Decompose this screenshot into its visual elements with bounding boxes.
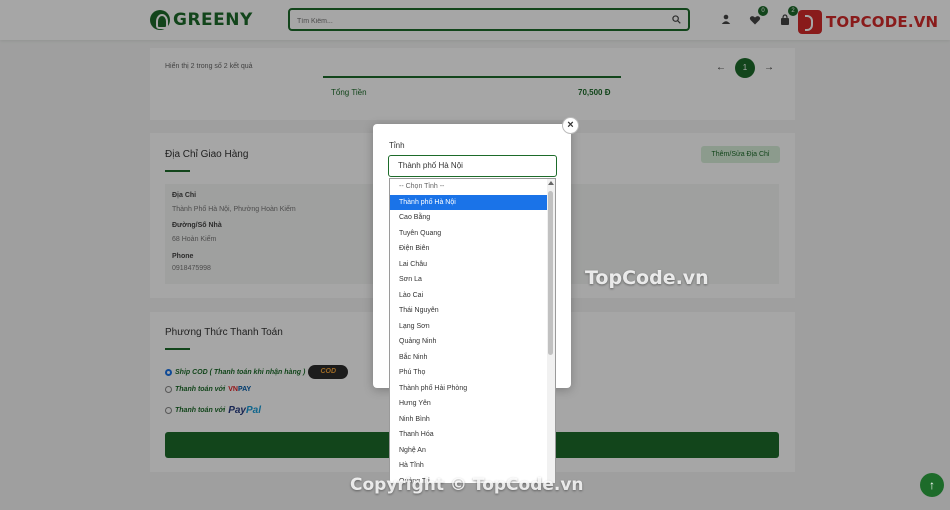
province-option-selected[interactable]: Thành phố Hà Nội: [390, 194, 548, 210]
province-option[interactable]: Hà Tĩnh: [390, 458, 548, 473]
province-option[interactable]: Thanh Hóa: [390, 427, 548, 442]
province-option[interactable]: Bắc Ninh: [390, 350, 548, 365]
province-option[interactable]: Lào Cai: [390, 288, 548, 303]
province-select[interactable]: Thành phố Hà Nội: [388, 155, 557, 177]
copyright-watermark: Copyright © TopCode.vn: [350, 475, 584, 495]
scroll-up-arrow-icon[interactable]: [548, 181, 554, 185]
province-option[interactable]: Phú Thọ: [390, 365, 548, 380]
province-option[interactable]: Quảng Ninh: [390, 334, 548, 349]
dropdown-scrollbar[interactable]: [547, 179, 555, 483]
province-option[interactable]: Tuyên Quang: [390, 226, 548, 241]
province-label: Tỉnh: [389, 141, 405, 150]
province-option[interactable]: Lai Châu: [390, 257, 548, 272]
province-option[interactable]: Nghệ An: [390, 443, 548, 458]
province-option[interactable]: Cao Bằng: [390, 210, 548, 225]
province-option[interactable]: Điện Biên: [390, 241, 548, 256]
province-option[interactable]: Thành phố Hải Phòng: [390, 381, 548, 396]
province-option[interactable]: Hưng Yên: [390, 396, 548, 411]
province-option[interactable]: Lạng Sơn: [390, 319, 548, 334]
close-icon[interactable]: ×: [562, 117, 579, 134]
province-option[interactable]: Ninh Bình: [390, 412, 548, 427]
province-dropdown-list: -- Chọn Tỉnh -- Thành phố Hà Nội Cao Bằn…: [389, 178, 556, 484]
scrollbar-thumb[interactable]: [548, 191, 553, 355]
province-option[interactable]: Sơn La: [390, 272, 548, 287]
scroll-to-top-button[interactable]: ↑: [920, 473, 944, 497]
province-option[interactable]: -- Chọn Tỉnh --: [390, 179, 548, 194]
province-option[interactable]: Thái Nguyên: [390, 303, 548, 318]
center-watermark: TopCode.vn: [585, 267, 709, 289]
